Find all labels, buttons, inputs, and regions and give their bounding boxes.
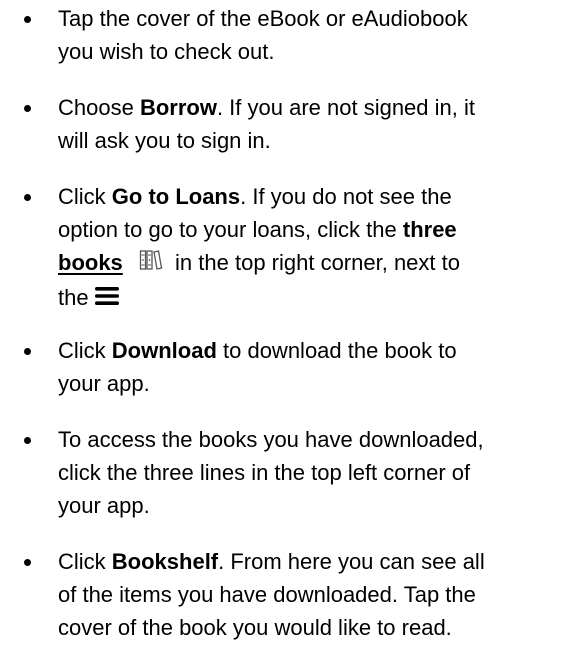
step-text: Choose Borrow. If you are not signed in,… <box>58 95 475 153</box>
bullet-icon <box>24 194 31 201</box>
step-text: Click Bookshelf. From here you can see a… <box>58 549 485 640</box>
instruction-list: Tap the cover of the eBook or eAudiobook… <box>0 0 577 670</box>
bullet-icon <box>24 348 31 355</box>
step-text: Click Download to download the book to y… <box>58 338 457 396</box>
hamburger-menu-icon <box>94 282 119 315</box>
three-books-icon <box>139 248 163 281</box>
step-text: Tap the cover of the eBook or eAudiobook… <box>58 6 468 64</box>
step-text: Click Go to Loans. If you do not see the… <box>58 180 568 315</box>
bullet-icon <box>24 437 31 444</box>
borrow-label: Borrow <box>139 95 217 120</box>
bullet-icon <box>24 16 31 23</box>
go-to-loans-label: Go to Loans <box>111 184 241 209</box>
download-label: Download <box>111 338 217 363</box>
bullet-icon <box>24 105 31 112</box>
step-text: To access the books you have downloaded,… <box>58 427 484 518</box>
bullet-icon <box>24 559 31 566</box>
bookshelf-label: Bookshelf <box>111 549 219 574</box>
